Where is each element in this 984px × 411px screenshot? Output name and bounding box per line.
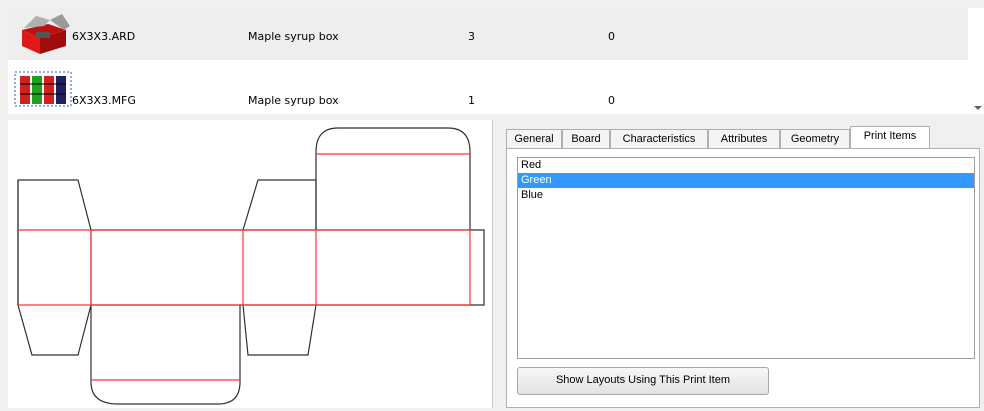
file-description: Maple syrup box [248, 94, 339, 107]
file-value: 0 [608, 94, 615, 107]
tab-characteristics[interactable]: Characteristics [610, 129, 708, 148]
scroll-down-icon[interactable] [974, 106, 982, 110]
file-name: 6X3X3.MFG [72, 94, 136, 107]
properties-panel: General Board Characteristics Attributes… [502, 120, 984, 408]
file-list[interactable]: 6X3X3.ARD Maple syrup box 3 0 6X3X3.MFG … [8, 8, 984, 114]
crease-lines [18, 153, 471, 381]
file-value: 0 [608, 30, 615, 43]
file-quantity: 1 [468, 94, 475, 107]
open-box-icon [22, 14, 70, 54]
print-items-list[interactable]: Red Green Blue [517, 157, 975, 359]
tab-geometry[interactable]: Geometry [780, 129, 850, 148]
cut-lines [17, 127, 485, 405]
file-row[interactable]: 6X3X3.MFG Maple syrup box 1 0 [8, 62, 976, 114]
file-quantity: 3 [468, 30, 475, 43]
dieline-drawing [17, 127, 485, 405]
print-item-blue[interactable]: Blue [518, 188, 974, 203]
print-item-green[interactable]: Green [518, 173, 974, 188]
dieline-preview [8, 120, 493, 408]
show-layouts-button[interactable]: Show Layouts Using This Print Item [517, 367, 769, 395]
tab-board[interactable]: Board [562, 129, 610, 148]
tab-print-items[interactable]: Print Items [850, 126, 930, 149]
tab-general[interactable]: General [506, 129, 562, 148]
tab-attributes[interactable]: Attributes [708, 129, 780, 148]
file-name: 6X3X3.ARD [72, 30, 136, 43]
file-row[interactable]: 6X3X3.ARD Maple syrup box 3 0 [8, 8, 976, 60]
file-description: Maple syrup box [248, 30, 339, 43]
print-items-tab-content: Red Green Blue Show Layouts Using This P… [506, 148, 980, 408]
vertical-scrollbar[interactable] [968, 8, 984, 114]
layout-pattern-icon [14, 71, 72, 107]
print-item-red[interactable]: Red [518, 158, 974, 173]
